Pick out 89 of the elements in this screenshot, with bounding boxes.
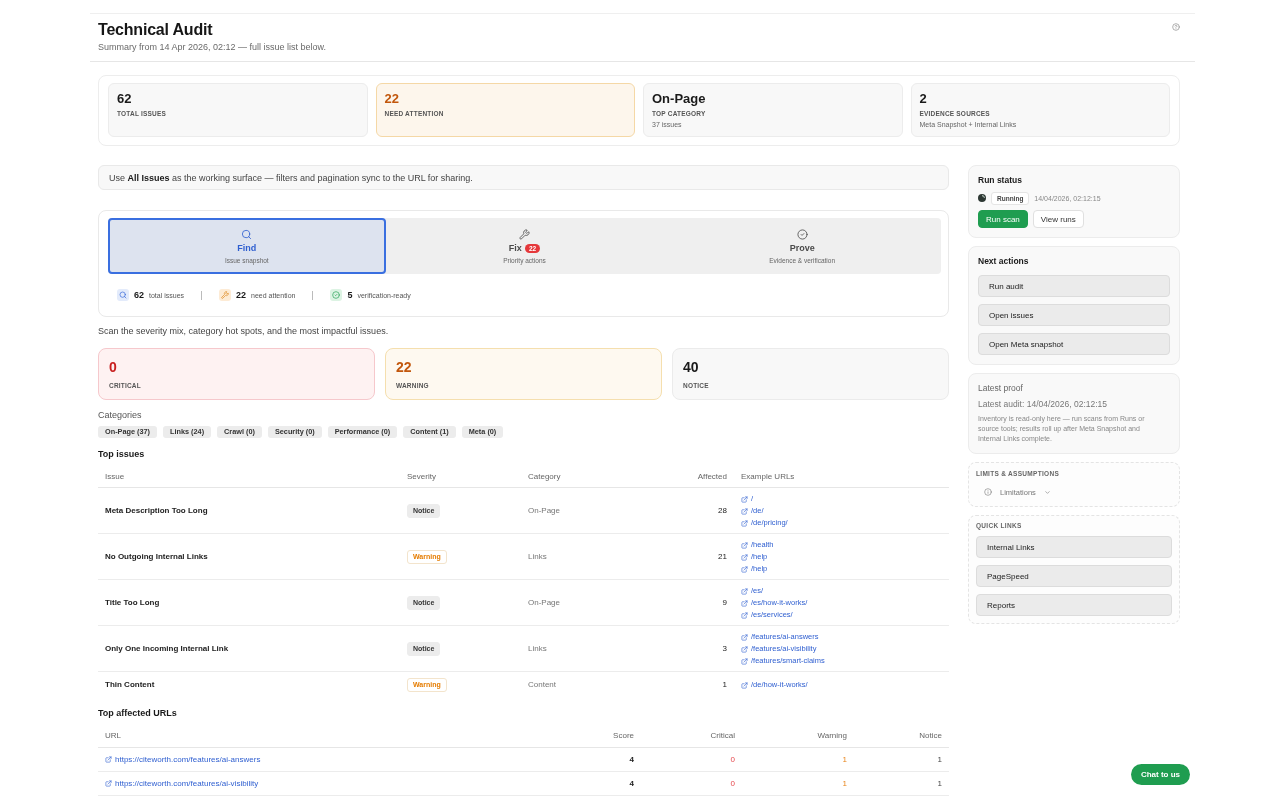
table-cell: Meta Description Too Long: [105, 505, 208, 517]
table-cell: 1: [842, 777, 847, 790]
section-title: Top affected URLs: [98, 707, 177, 719]
table-cell: 1: [937, 753, 942, 766]
table-cell: 1: [722, 679, 727, 691]
wrench-icon: [219, 289, 232, 301]
card-title: Run status: [978, 175, 1022, 186]
external-link-icon: [741, 541, 748, 549]
quick-link-button[interactable]: Internal Links: [976, 536, 1172, 558]
column-header: Warning: [817, 730, 847, 741]
url-link[interactable]: https://citeworth.com/features/ai-answers: [105, 753, 261, 766]
action-button[interactable]: Open issues: [978, 304, 1170, 326]
external-link-icon: [741, 633, 748, 641]
table-cell: 1: [937, 777, 942, 790]
external-link-icon: [741, 565, 748, 573]
table-cell: Only One Incoming Internal Link: [105, 643, 229, 655]
quick-link-button[interactable]: Reports: [976, 594, 1172, 616]
search-icon: [117, 289, 129, 301]
action-button[interactable]: Run audit: [978, 275, 1170, 297]
stat-value: On-Page: [652, 92, 706, 106]
page-subtitle: Summary from 14 Apr 2026, 02:12 — full issue list below.: [98, 41, 327, 53]
intro-text: Scan the severity mix, category hot spots, and the most impactful issues.: [98, 325, 389, 337]
stat-value: 22: [384, 92, 399, 106]
table-cell: 21: [718, 551, 727, 563]
table-cell: 3: [722, 643, 727, 655]
external-link-icon: [741, 519, 748, 527]
card-title: Next actions: [978, 256, 1029, 267]
column-header: Issue: [105, 470, 125, 482]
table-cell: 1: [842, 753, 847, 766]
table-cell: 4: [629, 777, 634, 790]
spinner-icon: [978, 194, 986, 202]
external-link-icon: [105, 780, 112, 787]
url-link[interactable]: https://citeworth.com/features/ai-visibility: [105, 777, 259, 790]
table-cell: Links: [528, 551, 547, 563]
chat-button[interactable]: Chat to us: [1130, 764, 1190, 785]
table-cell: Content: [528, 679, 557, 691]
table-cell: Title Too Long: [105, 597, 160, 609]
external-link-icon: [741, 507, 748, 515]
table-cell: On-Page: [528, 505, 561, 517]
external-link-icon: [741, 495, 748, 503]
column-header: Critical: [710, 730, 735, 741]
column-header: Affected: [697, 470, 727, 482]
card-title: Latest proof: [978, 383, 1023, 394]
column-header: Category: [528, 470, 561, 482]
page-title: Technical Audit: [98, 20, 213, 40]
column-header: URL: [105, 730, 121, 741]
table-cell: 4: [629, 753, 634, 766]
search-icon: [241, 229, 253, 240]
section-title: Categories: [98, 409, 142, 421]
external-link-icon: [741, 657, 748, 665]
check-circle-icon: [330, 289, 343, 301]
column-header: Severity: [407, 470, 436, 482]
column-header: Example URLs: [741, 470, 795, 482]
severity-count: 40: [683, 359, 699, 376]
table-cell: 9: [722, 597, 727, 609]
action-button[interactable]: View runs: [1032, 210, 1084, 228]
quick-link-button[interactable]: PageSpeed: [976, 565, 1172, 587]
action-button[interactable]: Run scan: [978, 210, 1028, 228]
table-cell: Links: [528, 643, 547, 655]
column-header: Notice: [919, 730, 942, 741]
table-cell: 0: [730, 753, 735, 766]
external-link-icon: [741, 611, 748, 619]
column-header: Score: [613, 730, 634, 741]
table-cell: On-Page: [528, 597, 561, 609]
external-link-icon: [741, 645, 748, 653]
table-cell: No Outgoing Internal Links: [105, 551, 208, 563]
external-link-icon: [741, 587, 748, 595]
table-cell: Thin Content: [105, 679, 155, 691]
stat-value: 2: [919, 92, 927, 106]
stat-value: 62: [134, 290, 144, 300]
stat-value: 62: [117, 92, 132, 106]
info-icon: [984, 488, 992, 496]
table-cell: 0: [730, 777, 735, 790]
external-link-icon: [741, 681, 748, 689]
external-link-icon: [105, 756, 112, 763]
action-button[interactable]: Open Meta snapshot: [978, 333, 1170, 355]
severity-count: 0: [109, 359, 117, 376]
section-title: Top issues: [98, 448, 145, 460]
stat-value: 22: [236, 290, 247, 300]
severity-count: 22: [396, 359, 412, 376]
table-cell: 28: [718, 505, 727, 517]
external-link-icon: [741, 599, 748, 607]
check-circle-icon: [796, 229, 808, 240]
external-link-icon: [741, 553, 748, 561]
help-icon[interactable]: [1172, 23, 1180, 31]
wrench-icon: [519, 229, 530, 240]
stat-value: 5: [347, 290, 353, 300]
banner-text: Use All Issues as the working surface — filters and pagination sync to the URL for sharing.: [109, 172, 473, 183]
latest-audit-text: Latest audit: 14/04/2026, 02:12:15: [978, 399, 1108, 410]
